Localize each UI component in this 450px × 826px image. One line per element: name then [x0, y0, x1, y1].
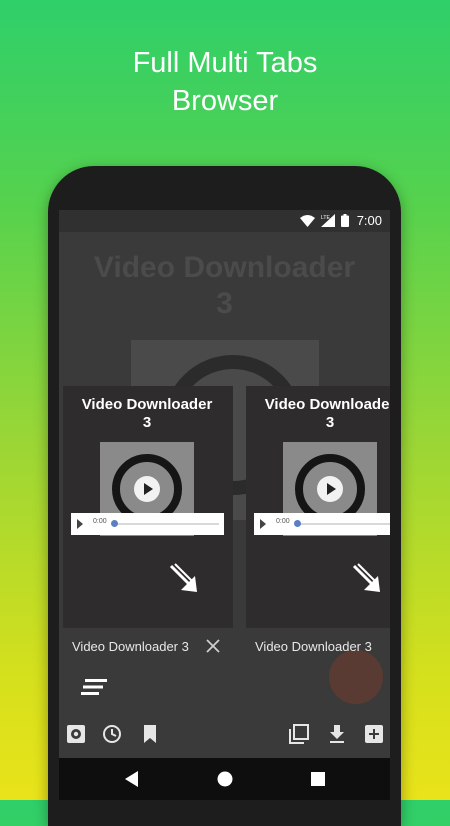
tab-preview-title-line-1: Video Downloader [264, 396, 390, 413]
home-icon[interactable] [215, 769, 235, 789]
headline: Full Multi Tabs Browser [0, 44, 450, 120]
battery-icon [340, 214, 349, 227]
audio-player: 0:00 [71, 513, 224, 535]
tab-label-2[interactable]: Video Downloader 3 [255, 639, 372, 654]
audio-play-icon [260, 519, 266, 529]
new-tab-icon[interactable] [364, 724, 384, 744]
tab-preview-title: Video Downloader 3 [246, 396, 390, 432]
tab-card-1[interactable]: Video Downloader 3 0:00 [63, 386, 233, 628]
phone-screen: LTE 7:00 Video Downloader 3 Video Downlo… [59, 210, 390, 800]
audio-player: 0:00 [254, 513, 390, 535]
status-bar: LTE 7:00 [59, 210, 390, 232]
navigation-bar [59, 758, 390, 800]
background-fab [329, 650, 383, 704]
download-arrow-icon [352, 563, 380, 592]
tab-label-1[interactable]: Video Downloader 3 [72, 639, 189, 654]
tab-preview-title-line-2: 3 [325, 414, 335, 431]
bookmark-icon[interactable] [140, 724, 160, 744]
tab-preview-title-line-2: 3 [142, 414, 152, 431]
menu-icon[interactable] [81, 678, 107, 696]
audio-progress-knob [294, 520, 301, 527]
play-icon [134, 476, 160, 502]
audio-progress-track [115, 523, 219, 525]
audio-progress-track [298, 523, 390, 525]
audio-play-icon [77, 519, 83, 529]
tab-card-2[interactable]: Video Downloader 3 0:00 [246, 386, 390, 628]
status-time: 7:00 [356, 213, 382, 228]
settings-icon[interactable] [66, 724, 86, 744]
svg-text:LTE: LTE [321, 215, 330, 221]
tabs-icon[interactable] [289, 724, 309, 744]
back-icon[interactable] [122, 769, 142, 789]
download-arrow-icon [169, 563, 197, 592]
audio-time: 0:00 [93, 518, 107, 525]
wifi-icon [299, 214, 315, 227]
lte-signal-icon: LTE [320, 214, 335, 227]
tab-preview-title: Video Downloader 3 [63, 396, 231, 432]
recents-icon[interactable] [308, 769, 328, 789]
audio-progress-knob [111, 520, 118, 527]
headline-line-2: Browser [171, 85, 279, 117]
audio-time: 0:00 [276, 518, 290, 525]
background-title-line-2: 3 [216, 287, 233, 320]
background-title-line-1: Video Downloader [93, 251, 356, 284]
download-icon[interactable] [327, 724, 347, 744]
headline-line-1: Full Multi Tabs [132, 47, 318, 79]
close-tab-icon[interactable] [205, 638, 221, 654]
history-icon[interactable] [102, 724, 122, 744]
background-page-title: Video Downloader 3 [59, 250, 390, 322]
tab-preview-title-line-1: Video Downloader [81, 396, 213, 413]
play-icon [317, 476, 343, 502]
